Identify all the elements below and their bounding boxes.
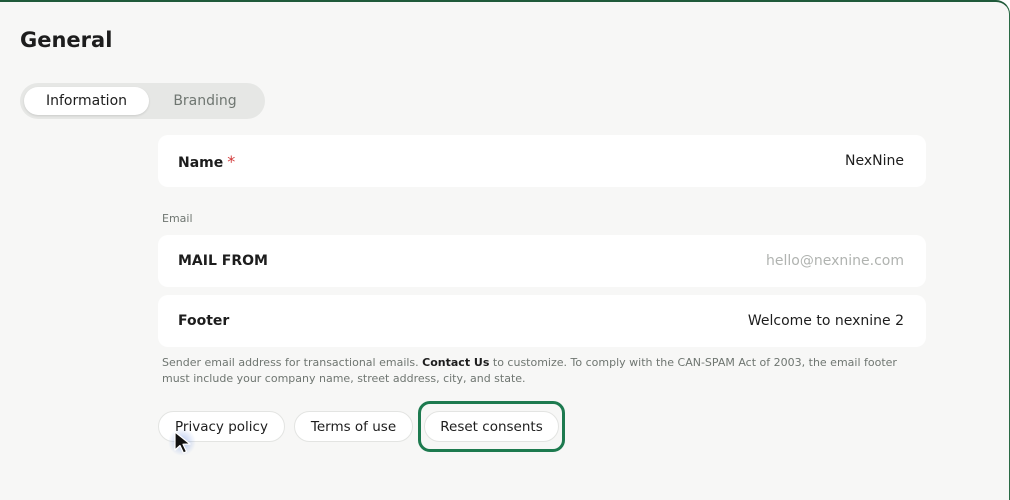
tab-information[interactable]: Information xyxy=(24,87,149,115)
contact-us-link[interactable]: Contact Us xyxy=(422,356,489,369)
mail-from-label: MAIL FROM xyxy=(178,253,268,269)
reset-consents-focus-ring xyxy=(418,401,565,452)
name-field-label: Name xyxy=(178,154,224,171)
email-help-text: Sender email address for transactional e… xyxy=(162,355,922,387)
footer-input[interactable] xyxy=(542,312,906,330)
help-text-prefix: Sender email address for transactional e… xyxy=(162,356,423,369)
terms-of-use-button[interactable]: Terms of use xyxy=(294,411,413,442)
required-asterisk: * xyxy=(227,151,236,171)
footer-field-card: Footer xyxy=(158,295,926,347)
mail-from-field-card: MAIL FROM xyxy=(158,235,926,287)
footer-label: Footer xyxy=(178,313,230,329)
mail-from-input[interactable] xyxy=(542,252,906,270)
name-field-card: Name * xyxy=(158,135,926,187)
page-title: General xyxy=(20,28,113,52)
name-input[interactable] xyxy=(542,152,906,170)
name-field-label-group: Name * xyxy=(178,152,235,171)
tab-branding[interactable]: Branding xyxy=(149,87,261,115)
email-section-label: Email xyxy=(162,212,193,225)
settings-panel: General Information Branding Name* Email… xyxy=(0,0,1010,500)
mouse-pointer-icon xyxy=(174,431,191,454)
tab-switcher: Information Branding xyxy=(20,83,265,119)
